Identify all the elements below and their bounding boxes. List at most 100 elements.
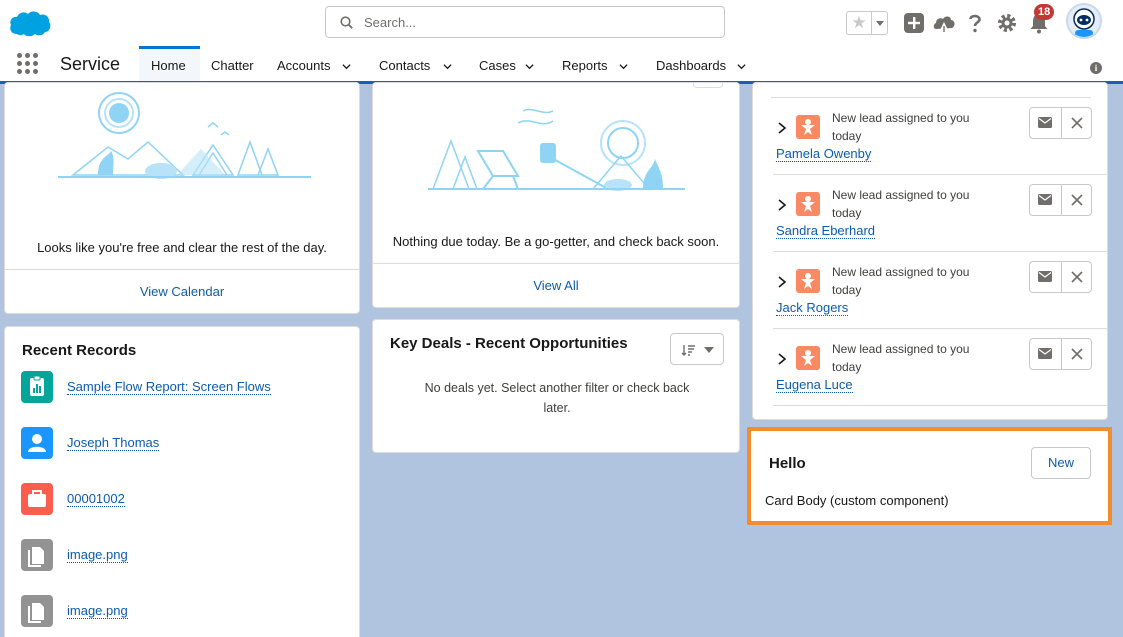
chevron-right-icon[interactable]	[777, 353, 787, 365]
report-icon	[21, 371, 53, 403]
tab-label: Home	[151, 58, 186, 73]
key-deals-card: Key Deals - Recent Opportunities No deal…	[372, 319, 740, 453]
tasks-menu-button[interactable]	[693, 82, 723, 88]
close-icon[interactable]	[1071, 271, 1083, 283]
email-icon[interactable]	[1038, 117, 1052, 128]
lead-notification-text: New lead assigned to you today	[832, 188, 970, 220]
lead-name: Jack Rogers	[776, 300, 849, 316]
key-deals-empty-message: No deals yet. Select another filter or c…	[424, 381, 690, 415]
calendar-card: Looks like you're free and clear the res…	[4, 82, 360, 314]
list-item: Sample Flow Report: Screen Flows	[21, 371, 351, 411]
file-icon	[21, 539, 53, 571]
setup-gear-icon[interactable]	[995, 11, 1019, 35]
tab-chatter[interactable]: Chatter	[211, 46, 254, 81]
chevron-down-icon	[876, 21, 884, 26]
lead-name-link[interactable]: Jack Rogers	[776, 300, 849, 316]
salesforce-cloud-logo[interactable]	[8, 8, 52, 38]
lead-action-buttons	[1029, 184, 1092, 216]
tab-home[interactable]: Home	[139, 46, 200, 81]
chevron-right-icon[interactable]	[777, 199, 787, 211]
tasks-card: Nothing due today. Be a go-getter, and c…	[372, 82, 740, 308]
lead-action-buttons	[1029, 261, 1092, 293]
chevron-down-icon[interactable]	[525, 62, 534, 71]
record-link[interactable]: 00001002	[67, 491, 125, 507]
tab-dashboards[interactable]: Dashboards	[656, 46, 752, 81]
new-button[interactable]: New	[1031, 447, 1091, 479]
recent-records-title: Recent Records	[22, 342, 137, 359]
lead-name: Pamela Owenby	[776, 146, 872, 162]
case-icon	[21, 483, 53, 515]
lead-name-link[interactable]: Eugena Luce	[776, 377, 853, 393]
record-link[interactable]: Joseph Thomas	[67, 435, 160, 451]
calendar-empty-message: Looks like you're free and clear the res…	[37, 240, 327, 255]
hello-custom-card: Hello New Card Body (custom component)	[747, 427, 1112, 525]
tab-accounts[interactable]: Accounts	[277, 46, 357, 81]
tab-reports[interactable]: Reports	[562, 46, 634, 81]
hello-card-body: Card Body (custom component)	[765, 493, 949, 508]
contact-icon	[21, 427, 53, 459]
chevron-down-icon[interactable]	[737, 62, 746, 71]
record-name: Joseph Thomas	[67, 435, 160, 451]
email-icon[interactable]	[1038, 194, 1052, 205]
key-deals-filter-button[interactable]	[670, 333, 724, 365]
add-icon[interactable]	[902, 11, 926, 35]
lead-name-link[interactable]: Pamela Owenby	[776, 146, 872, 162]
record-link[interactable]: image.png	[67, 603, 128, 619]
chevron-right-icon[interactable]	[777, 276, 787, 288]
favorites-menu-button[interactable]	[871, 12, 888, 34]
lead-notification-text: New lead assigned to you today	[832, 111, 970, 143]
global-header: Search... ★ 18	[0, 0, 1123, 46]
favorites-star-icon[interactable]: ★	[847, 12, 871, 34]
sort-filter-icon	[681, 345, 695, 356]
record-name: 00001002	[67, 491, 125, 507]
close-icon[interactable]	[1071, 117, 1083, 129]
chevron-down-icon[interactable]	[443, 62, 452, 71]
lead-icon	[796, 192, 820, 216]
view-all-tasks-link[interactable]: View All	[373, 278, 739, 293]
favorites-button[interactable]: ★	[846, 11, 888, 35]
close-icon[interactable]	[1071, 194, 1083, 206]
list-item: New lead assigned to you today Jack Roge…	[773, 252, 1107, 329]
lead-icon	[796, 346, 820, 370]
lead-name-link[interactable]: Sandra Eberhard	[776, 223, 876, 239]
email-icon[interactable]	[1038, 348, 1052, 359]
tab-cases[interactable]: Cases	[479, 46, 541, 81]
view-all-link-label: View All	[533, 278, 579, 293]
close-icon[interactable]	[1071, 348, 1083, 360]
lead-icon	[796, 269, 820, 293]
chevron-right-icon[interactable]	[777, 122, 787, 134]
list-item: New lead assigned to you today Sandra Eb…	[773, 175, 1107, 252]
card-divider	[373, 263, 739, 264]
view-calendar-link[interactable]: View Calendar	[5, 284, 359, 299]
email-icon[interactable]	[1038, 271, 1052, 282]
chevron-down-icon	[704, 347, 714, 353]
app-name: Service	[60, 54, 121, 74]
trailhead-icon[interactable]	[932, 11, 956, 35]
record-link[interactable]: Sample Flow Report: Screen Flows	[67, 379, 271, 395]
chevron-down-icon[interactable]	[619, 62, 628, 71]
tasks-empty-message: Nothing due today. Be a go-getter, and c…	[392, 234, 720, 249]
list-item: 00001002	[21, 483, 351, 523]
record-name: Sample Flow Report: Screen Flows	[67, 379, 271, 395]
info-icon[interactable]: i	[1090, 62, 1102, 74]
tab-label: Contacts	[379, 58, 431, 73]
lead-notifications-card: New lead assigned to you today Pamela Ow…	[752, 82, 1108, 420]
list-item: New lead assigned to you today Eugena Lu…	[773, 329, 1107, 406]
global-search-input[interactable]: Search...	[325, 6, 725, 38]
record-name: image.png	[67, 603, 128, 619]
lead-name: Sandra Eberhard	[776, 223, 876, 239]
help-icon[interactable]	[963, 11, 987, 35]
search-placeholder: Search...	[364, 15, 417, 30]
list-item: image.png	[21, 539, 351, 579]
list-item: image.png	[21, 595, 351, 635]
app-launcher-icon[interactable]	[17, 53, 39, 75]
tab-label: Chatter	[211, 58, 254, 73]
user-avatar[interactable]	[1066, 3, 1102, 39]
astro-avatar-icon	[1073, 8, 1095, 37]
chevron-down-icon[interactable]	[342, 62, 351, 71]
tab-contacts[interactable]: Contacts	[379, 46, 459, 81]
view-calendar-link-label: View Calendar	[139, 284, 225, 299]
record-link[interactable]: image.png	[67, 547, 128, 563]
tasks-empty-illustration	[428, 108, 685, 191]
lead-notification-text: New lead assigned to you today	[832, 265, 970, 297]
